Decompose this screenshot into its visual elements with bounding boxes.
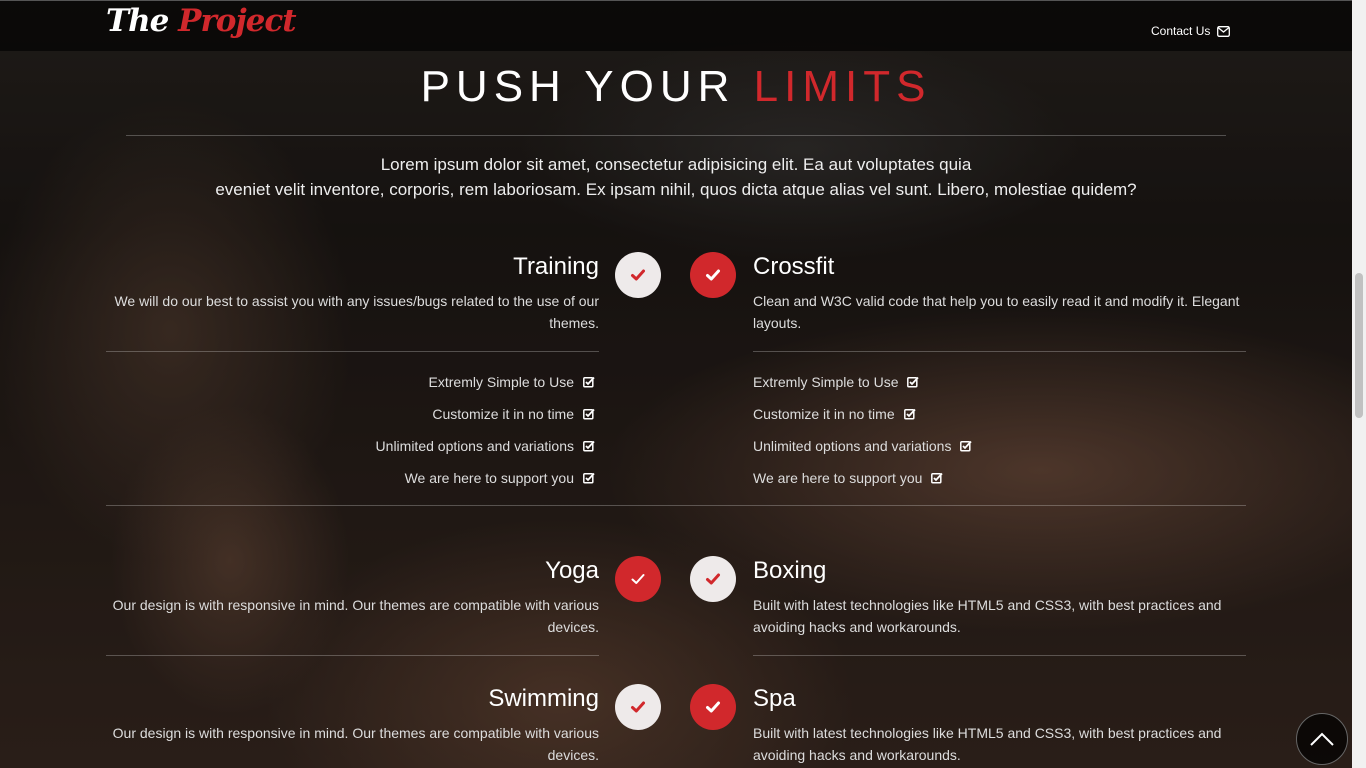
list-item-label: We are here to support you — [404, 470, 574, 486]
spa-check-badge — [690, 684, 736, 730]
vertical-scrollbar[interactable] — [1352, 0, 1366, 768]
check-icon — [631, 701, 645, 713]
list-item: Extremly Simple to Use — [753, 366, 1246, 398]
logo-project: Project — [178, 3, 296, 39]
lead-text: Lorem ipsum dolor sit amet, consectetur … — [106, 152, 1246, 202]
logo-the: The — [106, 3, 169, 39]
back-to-top-button[interactable] — [1296, 713, 1348, 765]
check-square-icon — [960, 440, 973, 452]
list-item: Unlimited options and variations — [753, 430, 1246, 462]
list-item: Customize it in no time — [106, 398, 595, 430]
section-divider — [106, 505, 1246, 506]
check-square-icon — [583, 376, 595, 388]
page-title: PUSH YOUR LIMITS — [0, 62, 1352, 112]
check-square-icon — [583, 440, 595, 452]
boxing-title: Boxing — [753, 557, 827, 584]
training-divider — [106, 351, 599, 352]
check-square-icon — [583, 408, 595, 420]
contact-us-link[interactable]: Contact Us — [1151, 24, 1231, 38]
yoga-title: Yoga — [545, 557, 599, 584]
list-item-label: Customize it in no time — [753, 406, 895, 422]
swimming-title: Swimming — [488, 685, 599, 712]
title-white: PUSH YOUR — [420, 62, 736, 111]
check-square-icon — [903, 408, 916, 420]
title-divider — [126, 135, 1226, 136]
check-square-icon — [931, 472, 944, 484]
swimming-check-badge — [615, 684, 661, 730]
check-icon — [706, 573, 720, 585]
site-logo[interactable]: The Project — [106, 3, 297, 39]
lead-line-2: eveniet velit inventore, corporis, rem l… — [215, 180, 1137, 199]
check-icon — [706, 269, 720, 281]
top-navbar: The Project Contact Us — [0, 0, 1352, 51]
training-feature-list: Extremly Simple to Use Customize it in n… — [106, 366, 595, 494]
crossfit-description: Clean and W3C valid code that help you t… — [753, 293, 1240, 331]
lead-line-1: Lorem ipsum dolor sit amet, consectetur … — [380, 155, 972, 174]
check-square-icon — [907, 376, 920, 388]
crossfit-feature-list: Extremly Simple to Use Customize it in n… — [753, 366, 1246, 494]
main-content: PUSH YOUR LIMITS Lorem ipsum dolor sit a… — [0, 0, 1366, 768]
list-item-label: Extremly Simple to Use — [753, 374, 899, 390]
training-check-badge — [615, 252, 661, 298]
title-red: LIMITS — [753, 62, 932, 111]
swimming-description: Our design is with responsive in mind. O… — [112, 725, 599, 763]
boxing-divider — [753, 655, 1246, 656]
list-item: We are here to support you — [753, 462, 1246, 494]
yoga-check-badge — [615, 556, 661, 602]
list-item: We are here to support you — [106, 462, 595, 494]
chevron-up-icon — [1310, 732, 1334, 746]
check-square-icon — [583, 472, 595, 484]
check-icon — [631, 269, 645, 281]
list-item: Customize it in no time — [753, 398, 1246, 430]
contact-us-label: Contact Us — [1151, 24, 1211, 38]
list-item: Unlimited options and variations — [106, 430, 595, 462]
crossfit-divider — [753, 351, 1246, 352]
training-title: Training — [513, 253, 599, 280]
spa-title: Spa — [753, 685, 796, 712]
envelope-icon — [1217, 25, 1231, 37]
check-icon — [706, 701, 720, 713]
yoga-description: Our design is with responsive in mind. O… — [112, 597, 599, 635]
list-item: Extremly Simple to Use — [106, 366, 595, 398]
list-item-label: We are here to support you — [753, 470, 923, 486]
check-icon — [631, 574, 645, 584]
boxing-check-badge — [690, 556, 736, 602]
list-item-label: Unlimited options and variations — [375, 438, 574, 454]
spa-description: Built with latest technologies like HTML… — [753, 725, 1222, 763]
crossfit-check-badge — [690, 252, 736, 298]
training-description: We will do our best to assist you with a… — [114, 293, 599, 331]
boxing-description: Built with latest technologies like HTML… — [753, 597, 1222, 635]
yoga-divider — [106, 655, 599, 656]
list-item-label: Unlimited options and variations — [753, 438, 952, 454]
crossfit-title: Crossfit — [753, 253, 835, 280]
list-item-label: Extremly Simple to Use — [428, 374, 574, 390]
list-item-label: Customize it in no time — [432, 406, 574, 422]
scrollbar-thumb[interactable] — [1355, 273, 1363, 418]
